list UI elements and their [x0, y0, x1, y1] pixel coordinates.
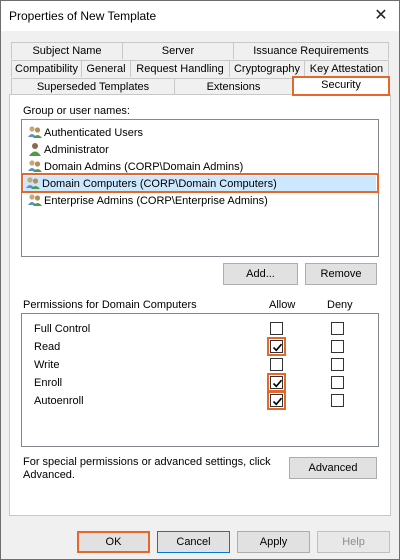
permission-row-enroll: Enroll: [22, 373, 378, 393]
ok-button[interactable]: OK: [77, 531, 150, 553]
list-item-domain-admins[interactable]: Domain Admins (CORP\Domain Admins): [26, 159, 243, 176]
tab-compatibility[interactable]: Compatibility: [11, 60, 82, 77]
enroll-deny-checkbox[interactable]: [331, 376, 344, 389]
title-bar: Properties of New Template ✕: [1, 1, 399, 31]
list-item-label: Administrator: [44, 144, 109, 156]
tab-extensions[interactable]: Extensions: [174, 78, 293, 95]
tab-key-attestation[interactable]: Key Attestation: [304, 60, 389, 77]
full-control-allow-checkbox[interactable]: [270, 322, 283, 335]
remove-button[interactable]: Remove: [305, 263, 377, 285]
close-icon[interactable]: ✕: [363, 1, 399, 31]
help-button: Help: [317, 531, 390, 553]
window-title: Properties of New Template: [9, 9, 157, 23]
deny-header: Deny: [327, 299, 353, 311]
permissions-list: Full Control Read Write Enroll Autoenrol…: [21, 313, 379, 447]
apply-button[interactable]: Apply: [237, 531, 310, 553]
permission-name: Read: [34, 341, 61, 353]
groups-label: Group or user names:: [23, 105, 130, 117]
autoenroll-deny-checkbox[interactable]: [331, 394, 344, 407]
permission-row-read: Read: [22, 337, 378, 357]
list-item-label: Domain Admins (CORP\Domain Admins): [44, 161, 244, 173]
list-item-enterprise-admins[interactable]: Enterprise Admins (CORP\Enterprise Admin…: [26, 193, 268, 210]
list-item-domain-computers[interactable]: Domain Computers (CORP\Domain Computers): [24, 176, 376, 193]
properties-dialog: Properties of New Template ✕ Subject Nam…: [0, 0, 400, 560]
group-icon: [28, 125, 42, 139]
list-item-label: Domain Computers (CORP\Domain Computers): [42, 178, 277, 190]
tab-security[interactable]: Security: [292, 76, 390, 96]
write-deny-checkbox[interactable]: [331, 358, 344, 371]
tab-cryptography[interactable]: Cryptography: [229, 60, 305, 77]
permission-name: Enroll: [34, 377, 63, 389]
allow-highlight: [267, 337, 286, 356]
tab-superseded-templates[interactable]: Superseded Templates: [11, 78, 175, 95]
tab-request-handling[interactable]: Request Handling: [130, 60, 230, 77]
write-allow-checkbox[interactable]: [270, 358, 283, 371]
permission-name: Autoenroll: [34, 395, 84, 407]
allow-header: Allow: [269, 299, 296, 311]
group-user-list[interactable]: Authenticated Users Administrator Domain…: [21, 119, 379, 257]
tab-general[interactable]: General: [81, 60, 131, 77]
cancel-button[interactable]: Cancel: [157, 531, 230, 553]
allow-highlight: [267, 391, 286, 410]
permission-row-full-control: Full Control: [22, 321, 378, 339]
tab-subject-name[interactable]: Subject Name: [11, 42, 123, 59]
user-icon: [28, 142, 42, 156]
list-item-label: Authenticated Users: [44, 127, 144, 139]
list-item-administrator[interactable]: Administrator: [26, 142, 109, 159]
full-control-deny-checkbox[interactable]: [331, 322, 344, 335]
permissions-label: Permissions for Domain Computers: [23, 299, 197, 311]
tab-server[interactable]: Server: [122, 42, 234, 59]
list-item-label: Enterprise Admins (CORP\Enterprise Admin…: [44, 195, 268, 207]
permission-name: Full Control: [34, 323, 91, 335]
list-item-authenticated-users[interactable]: Authenticated Users: [26, 125, 143, 142]
permission-row-write: Write: [22, 357, 378, 375]
permission-row-autoenroll: Autoenroll: [22, 391, 378, 411]
group-icon: [28, 193, 42, 207]
add-button[interactable]: Add...: [223, 263, 298, 285]
read-deny-checkbox[interactable]: [331, 340, 344, 353]
group-icon: [28, 159, 42, 173]
advanced-button[interactable]: Advanced: [289, 457, 377, 479]
group-icon: [26, 176, 40, 190]
permission-name: Write: [34, 359, 60, 371]
tab-issuance-requirements[interactable]: Issuance Requirements: [233, 42, 389, 59]
advanced-hint: For special permissions or advanced sett…: [23, 456, 271, 481]
allow-highlight: [267, 373, 286, 392]
